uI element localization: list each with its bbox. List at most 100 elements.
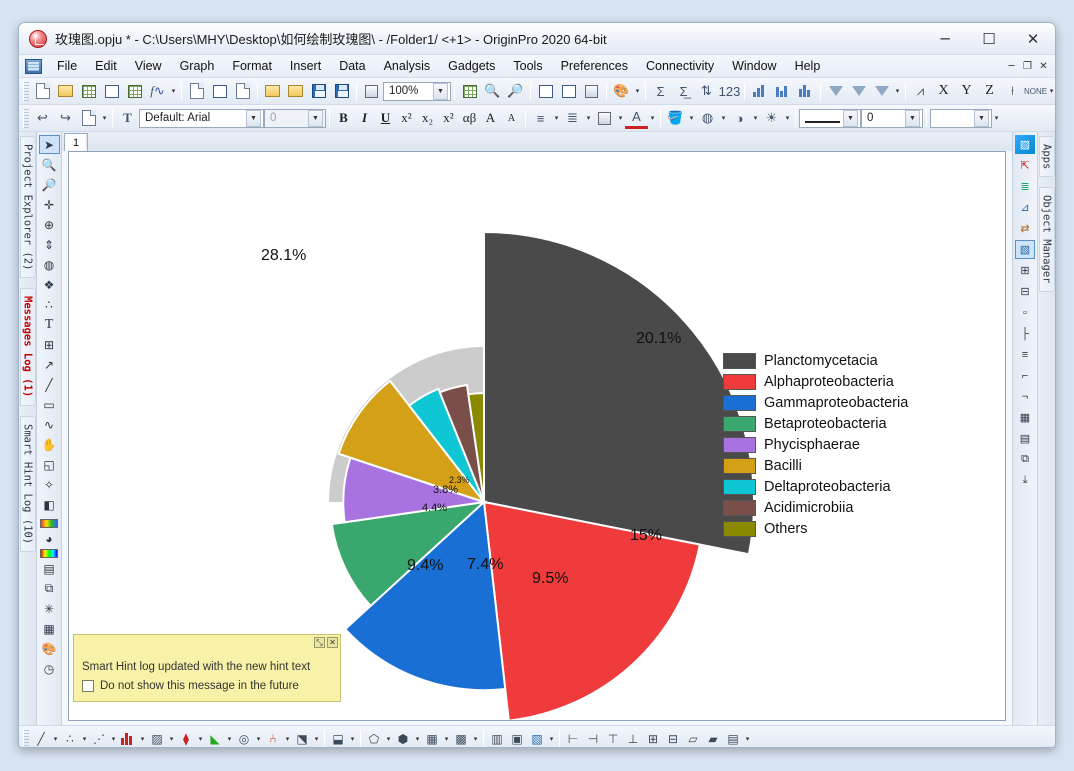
zoom-out-icon[interactable]: 🔎 [504,80,527,102]
undo-icon[interactable]: ↩ [31,107,54,129]
none-designation-icon[interactable]: NONE [1024,80,1047,102]
align-left-objects-icon[interactable]: ⊢ [563,729,583,748]
do-not-show-checkbox[interactable] [82,680,94,692]
3d-bar-dropdown-arrow[interactable]: ▾ [348,729,357,748]
toolbar-grip[interactable] [23,108,29,128]
greek-button[interactable]: αβ [459,108,480,129]
eraser-tool[interactable]: ◧ [39,495,60,514]
align-center-objects-icon[interactable]: ⊣ [583,729,603,748]
box-chart-icon[interactable] [794,80,817,102]
number-format-icon[interactable]: 123 [718,80,741,102]
toolbar-overflow-arrow[interactable]: ▾ [1047,81,1055,102]
graph-thumbnail-icon[interactable]: ▨ [1015,135,1035,154]
font-color-dropdown-arrow[interactable]: ▾ [648,108,657,129]
rectangle-tool[interactable]: ▭ [39,395,60,414]
text-tool[interactable]: T [39,315,60,334]
chevron-down-icon[interactable]: ▼ [974,109,989,127]
data-selector-tool[interactable]: ⇕ [39,235,60,254]
data-label-8[interactable]: 2.3% [449,475,470,485]
chart-legend[interactable]: Planctomycetacia Alphaproteobacteria Gamma… [723,350,908,539]
add-layer-icon[interactable]: ⊞ [1015,261,1035,280]
3d-bar-icon[interactable]: ⬓ [328,729,348,748]
sidebar-item-apps[interactable]: Apps [1038,136,1055,178]
new-function-dropdown-arrow[interactable]: ▾ [169,81,178,102]
menu-connectivity[interactable]: Connectivity [637,57,723,75]
remove-filter-icon[interactable] [847,80,870,102]
chevron-down-icon[interactable]: ▼ [246,109,261,127]
draw-data-tool[interactable]: ◍ [39,255,60,274]
chevron-down-icon[interactable]: ▼ [905,109,920,127]
color-palette-icon[interactable]: 🎨 [610,80,633,102]
sort-icon[interactable]: ⇅ [695,80,718,102]
chevron-down-icon[interactable]: ▼ [433,82,448,100]
scale-out-icon[interactable]: ¬ [1015,387,1035,406]
super-subscript-button[interactable]: x² [438,108,459,129]
open-excel-icon[interactable] [284,80,307,102]
star-tool[interactable]: ✳ [39,599,60,618]
rainbow-tool[interactable] [40,549,58,558]
font-family-combo[interactable]: Default: Arial ▼ [139,108,264,128]
line-plot-icon[interactable]: ╱ [31,729,51,748]
filter-overflow-arrow[interactable]: ▾ [893,81,902,102]
screen-reader-tool[interactable]: ✛ [39,195,60,214]
area-plot-icon[interactable]: ◣ [205,729,225,748]
border-dropdown-arrow[interactable]: ▾ [616,108,625,129]
merge-tool[interactable]: ⧉ [39,579,60,598]
new-layer-tool[interactable]: ⊞ [39,335,60,354]
heatmap-dropdown-arrow[interactable]: ▾ [471,729,480,748]
contour-dropdown-arrow[interactable]: ▾ [167,729,176,748]
menu-data[interactable]: Data [330,57,374,75]
image-plot-icon[interactable]: ▦ [422,729,442,748]
3d-scatter-dropdown-arrow[interactable]: ▾ [413,729,422,748]
sidebar-item-smart-hint-log[interactable]: Smart Hint Log (10) [19,415,36,552]
toolbar-grip[interactable] [23,81,29,101]
menu-analysis[interactable]: Analysis [375,57,440,75]
apply-filter-icon[interactable] [870,80,893,102]
open-project-icon[interactable] [261,80,284,102]
magic-wand-tool[interactable]: ✧ [39,475,60,494]
image-dropdown-arrow[interactable]: ▾ [442,729,451,748]
sidebar-item-messages-log[interactable]: Messages Log (1) [19,288,36,406]
legend-icon[interactable]: ≣ [1015,177,1035,196]
align-top-objects-icon[interactable]: ⊤ [603,729,623,748]
z-axis-icon[interactable]: Z [978,80,1001,102]
pin-icon[interactable]: ⤡ [314,637,325,648]
font-color-icon[interactable]: A [625,107,648,129]
copy-icon[interactable] [77,107,100,129]
new-notes-icon[interactable] [185,80,208,102]
histogram-icon[interactable] [771,80,794,102]
data-label-1[interactable]: 20.1% [636,330,681,348]
menu-help[interactable]: Help [786,57,830,75]
zoom-out-tool[interactable]: 🔎 [39,175,60,194]
line-width-combo[interactable]: 0 ▼ [861,108,923,128]
export-icon[interactable]: ⤓ [1015,471,1035,490]
new-function-plot-icon[interactable]: f ∿ [146,80,169,102]
3d-wire-icon[interactable]: ⬠ [364,729,384,748]
bold-button[interactable]: B [333,108,354,129]
new-workbook-icon[interactable] [77,80,100,102]
distribute-h-icon[interactable]: ⊞ [643,729,663,748]
subscript-button[interactable]: x₂ [417,108,438,129]
gradient-icon[interactable]: ◑ [728,107,751,129]
template-library-icon[interactable]: ▥ [487,729,507,748]
save-template-icon[interactable] [330,80,353,102]
region-tool[interactable]: ◱ [39,455,60,474]
statistics-icon[interactable]: Σ [649,80,672,102]
line-symbol-dropdown-arrow[interactable]: ▾ [109,729,118,748]
new-layout-icon[interactable] [208,80,231,102]
border-icon[interactable] [593,107,616,129]
legend-item[interactable]: Betaproteobacteria [723,413,908,434]
legend-item[interactable]: Phycisphaerae [723,434,908,455]
italic-button[interactable]: I [354,108,375,129]
stock-plot-icon[interactable]: ⑃ [263,729,283,748]
refresh-icon[interactable] [534,80,557,102]
save-project-icon[interactable] [307,80,330,102]
chevron-down-icon[interactable]: ▼ [308,109,323,127]
brightness-dropdown-arrow[interactable]: ▾ [783,108,792,129]
add-axis-icon[interactable]: ├ [1015,324,1035,343]
data-label-0[interactable]: 28.1% [261,247,306,265]
align-left-icon[interactable]: ≡ [529,107,552,129]
area-dropdown-arrow[interactable]: ▾ [225,729,234,748]
close-icon[interactable]: ✕ [327,637,338,648]
swap-axes-icon[interactable]: ⇄ [1015,219,1035,238]
